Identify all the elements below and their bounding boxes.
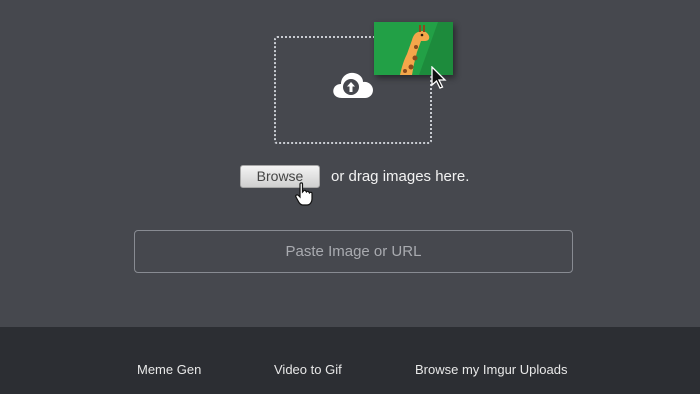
drag-hint-text: or drag images here.	[331, 168, 470, 185]
video-to-gif-link[interactable]: Video to Gif	[274, 362, 342, 378]
arrow-cursor-icon	[431, 65, 447, 90]
footer	[0, 327, 700, 394]
meme-gen-link[interactable]: Meme Gen	[137, 362, 201, 378]
paste-url-input[interactable]	[134, 230, 573, 273]
cloud-upload-icon	[330, 68, 376, 100]
hand-pointer-icon	[295, 182, 313, 206]
browse-uploads-link[interactable]: Browse my Imgur Uploads	[415, 362, 567, 378]
